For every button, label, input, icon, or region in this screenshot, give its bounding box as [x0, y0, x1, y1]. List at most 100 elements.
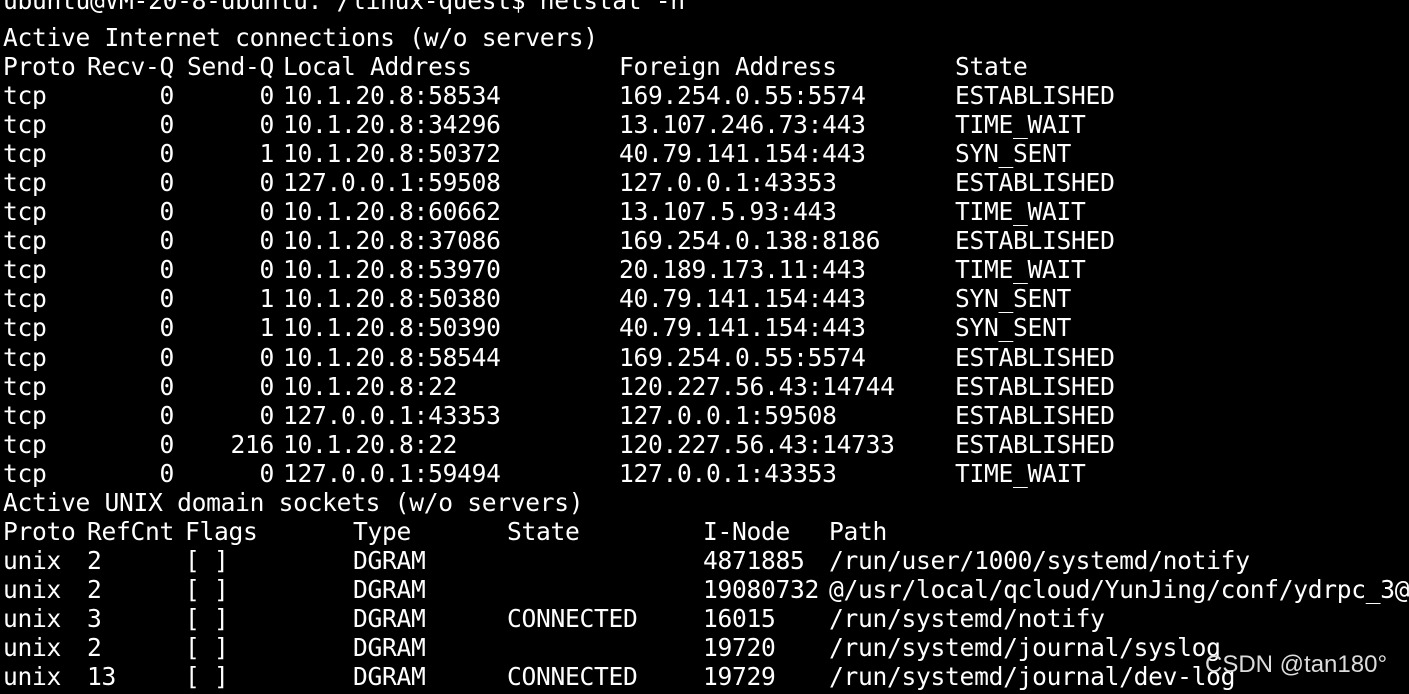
unix-cell-proto: unix — [3, 574, 62, 604]
unix-header-type: Type — [353, 516, 412, 546]
unix-cell-proto: unix — [3, 633, 62, 662]
unix-cell-path: /run/user/1000/systemd/notify — [829, 545, 1250, 575]
internet-cell-foreign-address: 120.227.56.43:14744 — [619, 371, 895, 401]
unix-cell-refcnt: 3 — [87, 603, 102, 633]
internet-cell-local-address: 10.1.20.8:50390 — [283, 313, 501, 343]
unix-cell-flags: [ ] — [185, 662, 229, 692]
unix-cell-refcnt: 2 — [87, 574, 102, 604]
unix-cell-inode: 19720 — [703, 633, 776, 662]
internet-cell-send-q: 0 — [259, 371, 274, 401]
internet-cell-recv-q: 0 — [159, 371, 174, 401]
internet-header-proto: Proto — [3, 52, 76, 81]
internet-cell-foreign-address: 127.0.0.1:59508 — [619, 400, 837, 430]
internet-cell-local-address: 10.1.20.8:37086 — [283, 226, 501, 256]
internet-cell-local-address: 10.1.20.8:50380 — [283, 284, 501, 314]
internet-cell-proto: tcp — [3, 313, 47, 343]
unix-cell-flags: [ ] — [185, 603, 229, 633]
internet-cell-state: ESTABLISHED — [955, 168, 1115, 198]
internet-cell-foreign-address: 169.254.0.55:5574 — [619, 342, 866, 372]
internet-cell-local-address: 127.0.0.1:59494 — [283, 458, 501, 488]
unix-cell-type: DGRAM — [353, 545, 426, 575]
internet-cell-proto: tcp — [3, 284, 47, 314]
unix-cell-path: @/usr/local/qcloud/YunJing/conf/ydrpc_3@ — [829, 574, 1409, 604]
internet-header-local-address: Local Address — [283, 52, 472, 81]
unix-header-path: Path — [829, 516, 888, 546]
command-prompt: ubuntu@VM-20-8-ubuntu: /linux-quest$ net… — [3, 0, 685, 15]
internet-cell-state: ESTABLISHED — [955, 342, 1115, 372]
internet-cell-local-address: 10.1.20.8:53970 — [283, 255, 501, 285]
internet-cell-foreign-address: 169.254.0.138:8186 — [619, 226, 881, 256]
internet-cell-send-q: 0 — [259, 342, 274, 372]
unix-cell-type: DGRAM — [353, 662, 426, 692]
internet-cell-send-q: 1 — [259, 284, 274, 314]
unix-cell-proto: unix — [3, 545, 62, 575]
internet-section-heading: Active Internet connections (w/o servers… — [3, 23, 598, 52]
internet-cell-send-q: 0 — [259, 226, 274, 256]
terminal-window[interactable]: ubuntu@VM-20-8-ubuntu: /linux-quest$ net… — [0, 0, 1409, 694]
internet-cell-recv-q: 0 — [159, 110, 174, 140]
unix-cell-type: DGRAM — [353, 633, 426, 662]
internet-cell-recv-q: 0 — [159, 139, 174, 169]
internet-header-state: State — [955, 52, 1028, 81]
internet-cell-recv-q: 0 — [159, 255, 174, 285]
unix-cell-refcnt: 13 — [87, 662, 117, 692]
unix-cell-refcnt: 2 — [87, 545, 102, 575]
internet-cell-state: ESTABLISHED — [955, 400, 1115, 430]
internet-cell-proto: tcp — [3, 226, 47, 256]
internet-cell-proto: tcp — [3, 110, 47, 140]
unix-header-state: State — [507, 516, 580, 546]
unix-cell-inode: 19729 — [703, 662, 776, 692]
internet-cell-foreign-address: 127.0.0.1:43353 — [619, 458, 837, 488]
internet-cell-foreign-address: 169.254.0.55:5574 — [619, 81, 866, 111]
unix-cell-type: DGRAM — [353, 603, 426, 633]
internet-cell-send-q: 0 — [259, 255, 274, 285]
internet-cell-foreign-address: 120.227.56.43:14733 — [619, 429, 895, 459]
internet-cell-send-q: 0 — [259, 168, 274, 198]
unix-cell-inode: 19080732 — [703, 574, 820, 604]
internet-cell-local-address: 10.1.20.8:34296 — [283, 110, 501, 140]
internet-cell-state: TIME_WAIT — [955, 197, 1086, 227]
internet-cell-foreign-address: 13.107.5.93:443 — [619, 197, 837, 227]
internet-cell-recv-q: 0 — [159, 400, 174, 430]
internet-cell-local-address: 10.1.20.8:58534 — [283, 81, 501, 111]
unix-cell-flags: [ ] — [185, 574, 229, 604]
internet-cell-recv-q: 0 — [159, 429, 174, 459]
unix-cell-proto: unix — [3, 603, 62, 633]
unix-cell-state: CONNECTED — [507, 662, 638, 692]
internet-cell-foreign-address: 40.79.141.154:443 — [619, 313, 866, 343]
internet-cell-send-q: 0 — [259, 81, 274, 111]
internet-cell-proto: tcp — [3, 342, 47, 372]
internet-cell-proto: tcp — [3, 81, 47, 111]
internet-cell-state: TIME_WAIT — [955, 458, 1086, 488]
unix-cell-refcnt: 2 — [87, 633, 102, 662]
internet-cell-state: ESTABLISHED — [955, 226, 1115, 256]
unix-header-proto: Proto — [3, 516, 76, 546]
unix-header-refcnt: RefCnt — [87, 516, 175, 546]
internet-cell-send-q: 1 — [259, 313, 274, 343]
internet-cell-state: SYN_SENT — [955, 139, 1072, 169]
unix-cell-type: DGRAM — [353, 574, 426, 604]
internet-cell-proto: tcp — [3, 168, 47, 198]
internet-cell-local-address: 10.1.20.8:22 — [283, 371, 458, 401]
unix-cell-inode: 4871885 — [703, 545, 805, 575]
internet-cell-send-q: 0 — [259, 458, 274, 488]
internet-cell-recv-q: 0 — [159, 226, 174, 256]
unix-cell-path: /run/systemd/notify — [829, 603, 1105, 633]
internet-cell-foreign-address: 20.189.173.11:443 — [619, 255, 866, 285]
internet-cell-send-q: 0 — [259, 197, 274, 227]
internet-cell-state: ESTABLISHED — [955, 429, 1115, 459]
internet-cell-proto: tcp — [3, 139, 47, 169]
internet-cell-proto: tcp — [3, 458, 47, 488]
internet-header-send-q: Send-Q — [186, 52, 274, 81]
internet-cell-local-address: 10.1.20.8:58544 — [283, 342, 501, 372]
internet-cell-state: ESTABLISHED — [955, 81, 1115, 111]
internet-cell-proto: tcp — [3, 197, 47, 227]
internet-cell-state: SYN_SENT — [955, 313, 1072, 343]
internet-cell-state: ESTABLISHED — [955, 371, 1115, 401]
internet-cell-foreign-address: 40.79.141.154:443 — [619, 284, 866, 314]
internet-header-recv-q: Recv-Q — [87, 52, 175, 81]
internet-cell-recv-q: 0 — [159, 168, 174, 198]
internet-cell-proto: tcp — [3, 429, 47, 459]
internet-cell-state: TIME_WAIT — [955, 110, 1086, 140]
internet-cell-state: TIME_WAIT — [955, 255, 1086, 285]
